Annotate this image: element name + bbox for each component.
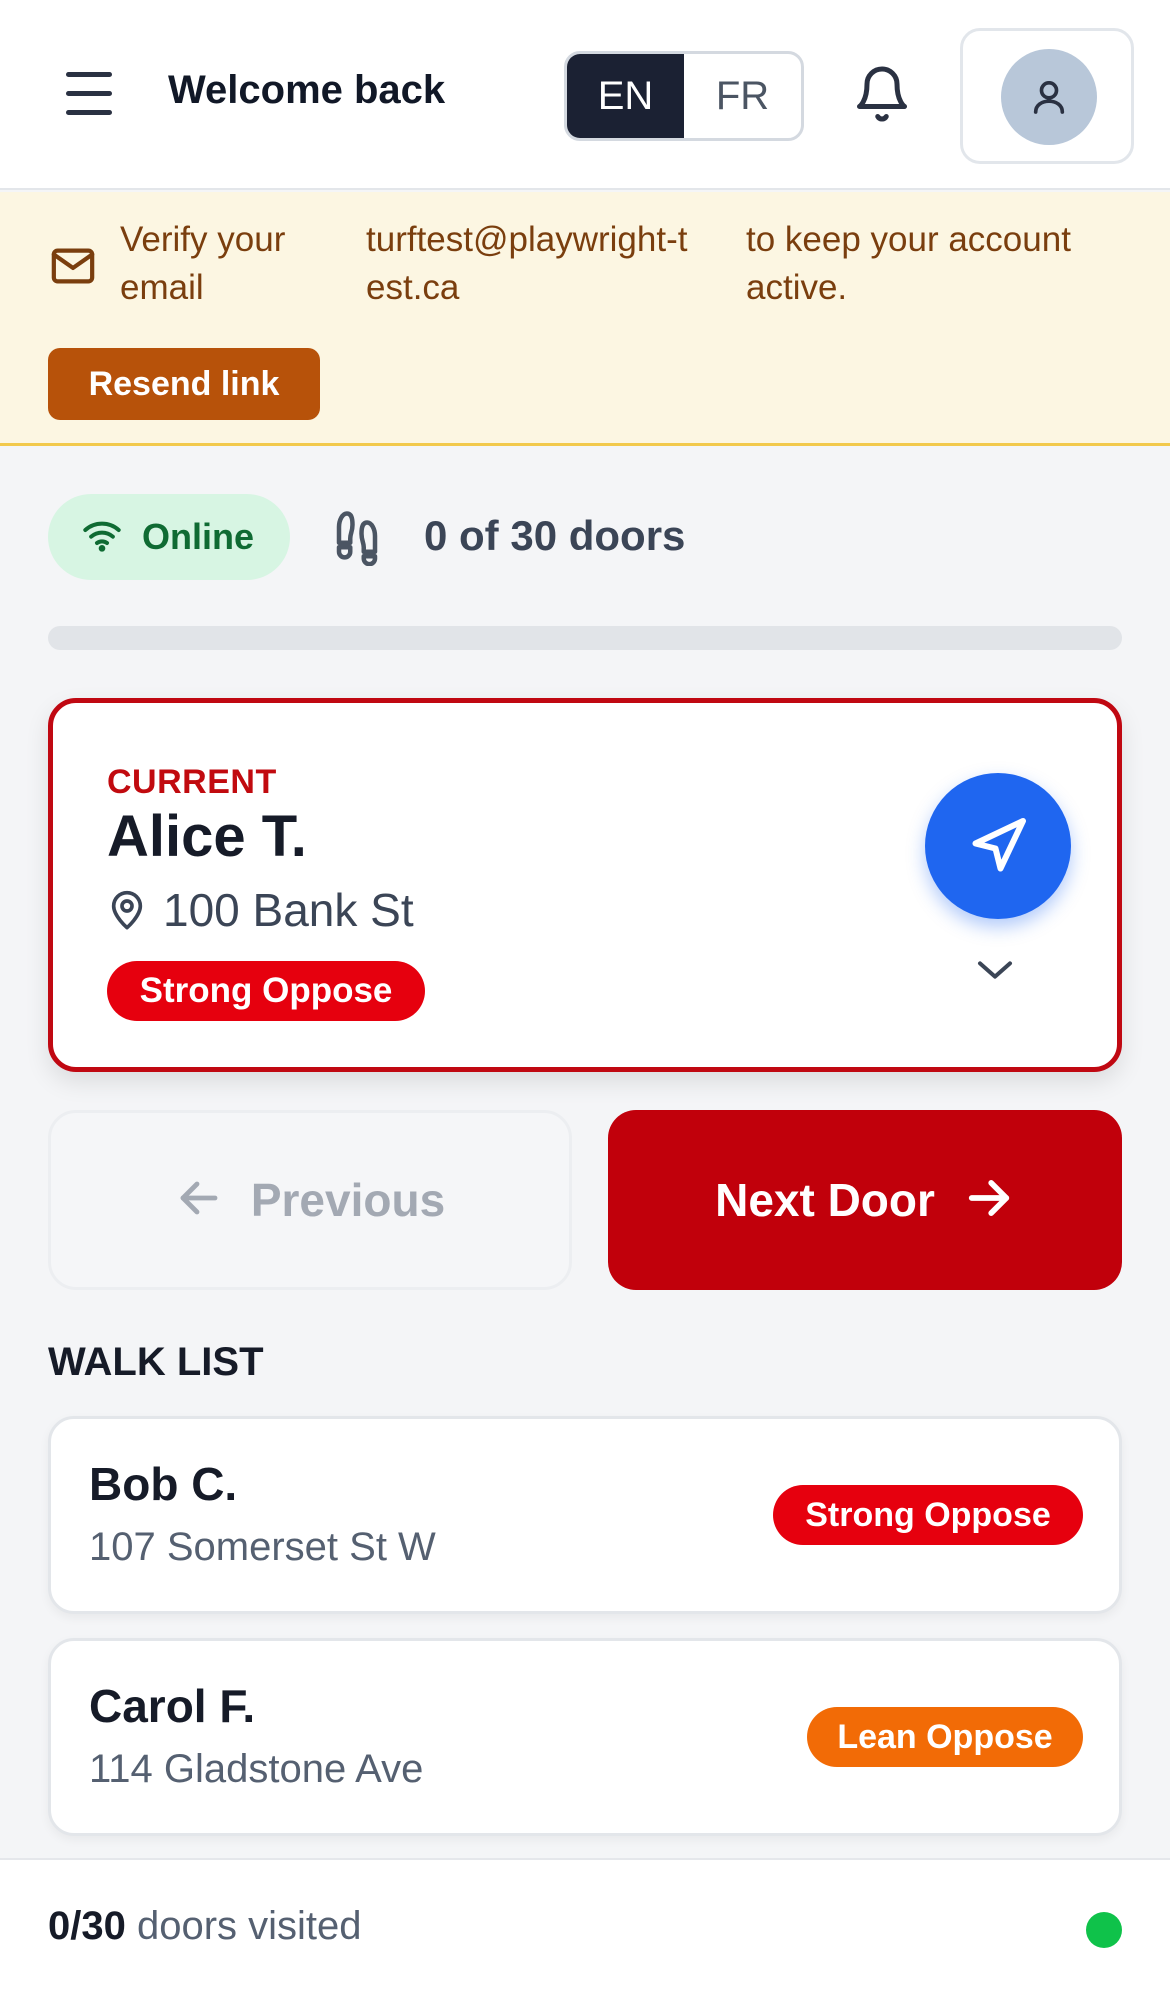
next-door-button[interactable]: Next Door	[608, 1110, 1122, 1290]
doors-visited-summary: 0/30 doors visited	[48, 1904, 362, 1949]
support-level-badge: Lean Oppose	[807, 1707, 1083, 1767]
voter-name: Carol F.	[89, 1680, 256, 1732]
lang-en-button[interactable]: EN	[567, 54, 684, 138]
footer-progress-bar: 0/30 doors visited	[0, 1858, 1170, 1992]
voter-address: 114 Gladstone Ave	[89, 1747, 424, 1791]
support-level-badge: Strong Oppose	[107, 961, 425, 1021]
chevron-down-icon[interactable]	[975, 957, 1015, 988]
footprints-icon	[330, 506, 384, 571]
visited-count: 0/30	[48, 1904, 126, 1948]
wifi-icon	[82, 518, 122, 557]
arrow-right-icon	[963, 1172, 1015, 1229]
online-label: Online	[142, 516, 255, 557]
profile-button[interactable]	[960, 28, 1134, 164]
sync-status-dot	[1086, 1912, 1122, 1948]
doors-progress-bar	[48, 626, 1122, 650]
map-pin-icon	[107, 888, 147, 939]
app-screen: Welcome back EN FR Verify your email tur…	[0, 0, 1170, 1992]
navigation-icon[interactable]	[925, 773, 1071, 919]
lang-fr-button[interactable]: FR	[684, 54, 801, 138]
current-label: CURRENT	[107, 763, 277, 801]
bell-icon[interactable]	[852, 62, 912, 126]
online-status-badge: Online	[48, 494, 290, 580]
resend-link-button[interactable]: Resend link	[48, 348, 320, 420]
menu-icon[interactable]	[66, 72, 114, 116]
next-door-label: Next Door	[715, 1174, 935, 1226]
user-icon	[1001, 49, 1097, 145]
doors-count: 0 of 30 doors	[424, 512, 686, 559]
mail-icon	[50, 246, 96, 291]
arrow-left-icon	[175, 1174, 223, 1227]
verify-text-suffix: to keep your account active.	[746, 220, 1071, 307]
visited-label: doors visited	[125, 1904, 362, 1948]
walk-list-item[interactable]: Bob C. 107 Somerset St W Strong Oppose	[48, 1416, 1122, 1614]
top-header: Welcome back EN FR	[0, 0, 1170, 190]
current-address: 100 Bank St	[163, 884, 414, 936]
support-level-badge: Strong Oppose	[773, 1485, 1083, 1545]
verify-email-address: turftest@playwright-test.ca	[366, 220, 688, 307]
walk-list-title: WALK LIST	[48, 1340, 264, 1384]
current-voter-name: Alice T.	[107, 804, 307, 869]
voter-address: 107 Somerset St W	[89, 1525, 436, 1569]
welcome-title: Welcome back	[168, 68, 446, 112]
previous-label: Previous	[250, 1174, 446, 1226]
verify-text: Verify your email	[120, 220, 286, 307]
voter-name: Bob C.	[89, 1458, 238, 1510]
language-toggle: EN FR	[564, 51, 804, 141]
previous-button[interactable]: Previous	[48, 1110, 572, 1290]
walk-list-item[interactable]: Carol F. 114 Gladstone Ave Lean Oppose	[48, 1638, 1122, 1836]
current-door-card[interactable]: CURRENT Alice T. 100 Bank St Strong Oppo…	[48, 698, 1122, 1072]
